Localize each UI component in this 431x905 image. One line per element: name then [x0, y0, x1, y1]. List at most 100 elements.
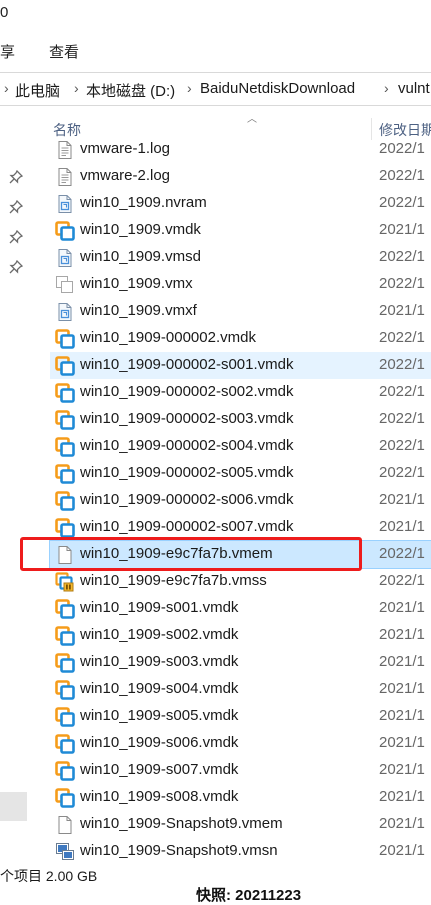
- file-row[interactable]: win10_1909-s005.vmdk 2021/1: [50, 703, 431, 730]
- window-title-fragment: 0: [0, 4, 9, 21]
- file-row[interactable]: win10_1909.vmdk 2021/1: [50, 217, 431, 244]
- breadcrumb-baidunetdiskdownload[interactable]: BaiduNetdiskDownload: [200, 80, 355, 97]
- navigation-selected-item[interactable]: [0, 792, 27, 821]
- vmware-disk-icon: [55, 329, 75, 349]
- vmware-disk-icon: [55, 707, 75, 727]
- file-row[interactable]: win10_1909.nvram 2022/1: [50, 190, 431, 217]
- file-date-modified: 2021/1: [379, 707, 425, 724]
- file-name: win10_1909-s001.vmdk: [80, 599, 239, 616]
- breadcrumb-vulnt[interactable]: vulnt: [398, 80, 430, 97]
- file-date-modified: 2022/1: [379, 194, 425, 211]
- file-row[interactable]: win10_1909-s002.vmdk 2021/1: [50, 622, 431, 649]
- vmware-disk-icon: [55, 221, 75, 241]
- file-name: win10_1909.vmsd: [80, 248, 201, 265]
- file-row[interactable]: win10_1909.vmsd 2022/1: [50, 244, 431, 271]
- file-row[interactable]: vmware-2.log 2022/1: [50, 163, 431, 190]
- file-date-modified: 2021/1: [379, 653, 425, 670]
- file-date-modified: 2022/1: [379, 437, 425, 454]
- pin-icon[interactable]: [9, 260, 23, 274]
- file-date-modified: 2022/1: [379, 545, 425, 562]
- navigation-pane: [0, 106, 27, 874]
- file-row[interactable]: win10_1909-s003.vmdk 2021/1: [50, 649, 431, 676]
- vmware-disk-icon: [55, 410, 75, 430]
- file-name: win10_1909-000002-s005.vmdk: [80, 464, 294, 481]
- file-date-modified: 2022/1: [379, 356, 425, 373]
- menu-view[interactable]: 查看: [49, 41, 79, 62]
- file-row[interactable]: win10_1909-s004.vmdk 2021/1: [50, 676, 431, 703]
- file-date-modified: 2022/1: [379, 140, 425, 157]
- file-name: win10_1909-000002.vmdk: [80, 329, 256, 346]
- vmware-disk-icon: [55, 761, 75, 781]
- file-row[interactable]: vmware-1.log 2022/1: [50, 136, 431, 163]
- file-row[interactable]: win10_1909.vmxf 2021/1: [50, 298, 431, 325]
- breadcrumb-separator: ›: [187, 80, 192, 96]
- file-row[interactable]: win10_1909-000002-s001.vmdk 2022/1: [50, 352, 431, 379]
- vmware-disk-icon: [55, 626, 75, 646]
- file-name: win10_1909.vmx: [80, 275, 193, 292]
- pin-icon[interactable]: [9, 170, 23, 184]
- file-name: win10_1909-s002.vmdk: [80, 626, 239, 643]
- file-date-modified: 2021/1: [379, 842, 425, 859]
- file-date-modified: 2021/1: [379, 761, 425, 778]
- file-name: win10_1909-s003.vmdk: [80, 653, 239, 670]
- file-date-modified: 2021/1: [379, 491, 425, 508]
- file-row[interactable]: win10_1909-000002-s002.vmdk 2022/1: [50, 379, 431, 406]
- file-row[interactable]: win10_1909-e9c7fa7b.vmss 2022/1: [50, 568, 431, 595]
- file-date-modified: 2022/1: [379, 248, 425, 265]
- file-name: vmware-2.log: [80, 167, 171, 184]
- vmware-disk-icon: [55, 599, 75, 619]
- file-name: win10_1909-s005.vmdk: [80, 707, 239, 724]
- vmware-disk-icon: [55, 383, 75, 403]
- file-name: win10_1909.nvram: [80, 194, 207, 211]
- file-row[interactable]: win10_1909-000002-s004.vmdk 2022/1: [50, 433, 431, 460]
- breadcrumb-drive-d[interactable]: 本地磁盘 (D:): [86, 80, 175, 101]
- vmware-disk-icon: [55, 356, 75, 376]
- menu-share[interactable]: 享: [0, 41, 15, 62]
- file-date-modified: 2022/1: [379, 329, 425, 346]
- file-row[interactable]: win10_1909-000002-s005.vmdk 2022/1: [50, 460, 431, 487]
- file-name: vmware-1.log: [80, 140, 171, 157]
- file-name: win10_1909-000002-s007.vmdk: [80, 518, 294, 535]
- file-date-modified: 2021/1: [379, 788, 425, 805]
- file-row[interactable]: win10_1909.vmx 2022/1: [50, 271, 431, 298]
- file-row[interactable]: win10_1909-s007.vmdk 2021/1: [50, 757, 431, 784]
- file-name: win10_1909-Snapshot9.vmem: [80, 815, 283, 832]
- file-row[interactable]: win10_1909-Snapshot9.vmsn 2021/1: [50, 838, 431, 865]
- breadcrumb-this-pc[interactable]: 此电脑: [15, 80, 60, 101]
- sort-ascending-icon: ︿: [247, 114, 257, 125]
- top-toolbar: 0 享 查看: [0, 0, 431, 68]
- file-date-modified: 2021/1: [379, 626, 425, 643]
- vmware-suspend-icon: [55, 572, 75, 592]
- file-date-modified: 2021/1: [379, 302, 425, 319]
- file-name: win10_1909-s006.vmdk: [80, 734, 239, 751]
- vmware-disk-icon: [55, 491, 75, 511]
- vmware-vmx-icon: [55, 275, 75, 295]
- text-file-icon: [55, 140, 75, 160]
- pin-icon[interactable]: [9, 230, 23, 244]
- file-row[interactable]: win10_1909-s008.vmdk 2021/1: [50, 784, 431, 811]
- column-header: ︿ 名称 修改日期: [46, 106, 431, 140]
- file-date-modified: 2021/1: [379, 815, 425, 832]
- address-bar[interactable]: › 此电脑 › 本地磁盘 (D:) › BaiduNetdiskDownload…: [0, 72, 431, 106]
- file-row[interactable]: win10_1909-000002-s003.vmdk 2022/1: [50, 406, 431, 433]
- file-row[interactable]: win10_1909-s001.vmdk 2021/1: [50, 595, 431, 622]
- file-date-modified: 2021/1: [379, 221, 425, 238]
- file-date-modified: 2022/1: [379, 464, 425, 481]
- pin-icon[interactable]: [9, 200, 23, 214]
- file-name: win10_1909-s008.vmdk: [80, 788, 239, 805]
- status-bar-text: 个项目 2.00 GB: [0, 868, 98, 884]
- breadcrumb-separator: ›: [4, 80, 9, 96]
- file-row[interactable]: win10_1909-Snapshot9.vmem 2021/1: [50, 811, 431, 838]
- vmware-config-icon: [55, 302, 75, 322]
- file-date-modified: 2022/1: [379, 410, 425, 427]
- annotation-highlight-box: [20, 537, 362, 571]
- file-row[interactable]: win10_1909-s006.vmdk 2021/1: [50, 730, 431, 757]
- file-row[interactable]: win10_1909-000002.vmdk 2022/1: [50, 325, 431, 352]
- file-name: win10_1909-Snapshot9.vmsn: [80, 842, 278, 859]
- file-name: win10_1909.vmdk: [80, 221, 201, 238]
- file-row[interactable]: win10_1909-000002-s006.vmdk 2021/1: [50, 487, 431, 514]
- vmware-disk-icon: [55, 788, 75, 808]
- vmware-disk-icon: [55, 680, 75, 700]
- file-date-modified: 2022/1: [379, 383, 425, 400]
- file-name: win10_1909-s007.vmdk: [80, 761, 239, 778]
